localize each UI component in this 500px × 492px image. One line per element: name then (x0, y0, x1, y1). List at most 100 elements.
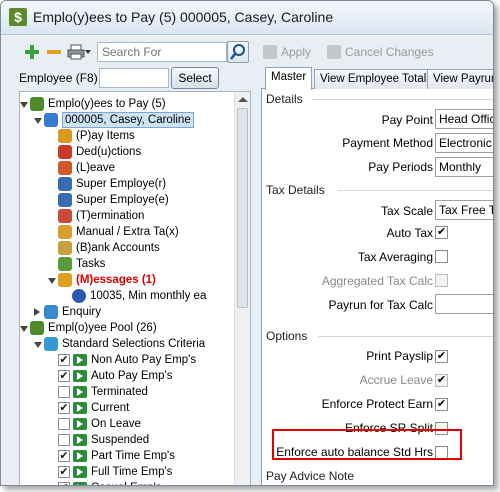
criteria-row[interactable]: Suspended (20, 432, 234, 448)
collapse-icon[interactable] (20, 102, 28, 108)
arrow-right-icon (73, 466, 87, 478)
collapse-icon[interactable] (34, 118, 42, 124)
criteria-row[interactable]: ✔ Auto Pay Emp's (20, 368, 234, 384)
print-icon[interactable] (67, 43, 85, 61)
tree-node[interactable]: Ded(u)ctions (20, 144, 234, 160)
criteria-checkbox[interactable] (58, 418, 70, 430)
accrue-leave-checkbox[interactable]: ✔ (435, 374, 448, 387)
search-button[interactable] (227, 41, 249, 63)
manual-tax-icon (58, 225, 72, 239)
tree-node-label: Super Employe(e) (76, 194, 169, 206)
tree-node[interactable]: (M)essages (1) (20, 272, 234, 288)
tree-node-label: Suspended (91, 434, 150, 446)
arrow-right-icon (73, 354, 87, 366)
auto-tax-checkbox[interactable]: ✔ (435, 226, 448, 239)
remove-icon[interactable] (45, 43, 63, 61)
arrow-right-icon (73, 370, 87, 382)
termination-icon (58, 209, 72, 223)
tree-node-label: Tasks (76, 258, 106, 270)
tab-view-payrun[interactable]: View Payrun (427, 69, 493, 89)
criteria-row[interactable]: ✔ Casual Emp's (20, 480, 234, 485)
super-employee-icon (58, 193, 72, 207)
tree-node[interactable]: 000005, Casey, Caroline (20, 112, 234, 128)
cancel-changes-button[interactable]: Cancel Changes (327, 42, 434, 62)
criteria-checkbox[interactable]: ✔ (58, 450, 70, 462)
tree-node-label: Enquiry (62, 306, 101, 318)
apply-button[interactable]: Apply (263, 42, 311, 62)
pay-advice-section-title: Pay Advice Note (266, 469, 355, 483)
criteria-checkbox[interactable]: ✔ (58, 370, 70, 382)
tree-node[interactable]: (P)ay Items (20, 128, 234, 144)
tree-node[interactable]: Super Employe(e) (20, 192, 234, 208)
left-toolbar (9, 39, 249, 65)
criteria-row[interactable]: ✔ Full Time Emp's (20, 464, 234, 480)
criteria-row[interactable]: On Leave (20, 416, 234, 432)
tree-scrollbar[interactable] (234, 92, 250, 485)
tree-node-label: Current (91, 402, 130, 414)
tree-node[interactable]: Empl(o)yee Pool (26) (20, 320, 234, 336)
tree-node[interactable]: Tasks (20, 256, 234, 272)
tree-node[interactable]: 10035, Min monthly ea (20, 288, 234, 304)
tab-view-employee-totals[interactable]: View Employee Totals (314, 69, 439, 89)
pay-periods-label: Pay Periods (368, 160, 433, 174)
tree-node-label: (T)ermination (76, 210, 145, 222)
tree-node[interactable]: Manual / Extra Ta(x) (20, 224, 234, 240)
employee-field[interactable] (99, 68, 169, 88)
select-button[interactable]: Select (171, 67, 219, 89)
tax-divider (338, 190, 493, 191)
collapse-icon[interactable] (34, 342, 42, 348)
aggregated-tax-checkbox[interactable] (435, 274, 448, 287)
tab-bar: Master View Employee Totals View Payrun (261, 67, 493, 90)
scroll-thumb[interactable] (237, 108, 248, 308)
expand-icon[interactable] (34, 308, 40, 316)
criteria-row[interactable]: ✔ Current (20, 400, 234, 416)
criteria-row[interactable]: ✔ Part Time Emp's (20, 448, 234, 464)
tree-node-label: (L)eave (76, 162, 115, 174)
print-dropdown-icon[interactable] (85, 50, 91, 54)
tree-node[interactable]: (T)ermination (20, 208, 234, 224)
auto-tax-label: Auto Tax (386, 226, 433, 240)
pay-point-field[interactable]: Head Office (435, 109, 493, 129)
add-icon[interactable] (23, 43, 41, 61)
collapse-icon[interactable] (48, 278, 56, 284)
tree-node[interactable]: Super Employe(r) (20, 176, 234, 192)
pay-periods-field[interactable]: Monthly (435, 157, 493, 177)
info-icon (72, 289, 86, 303)
arrow-right-icon (73, 482, 87, 485)
left-pane: Employee (F8) Select Emplo(y)ees to Pay … (9, 35, 251, 485)
search-input[interactable] (97, 42, 227, 62)
tree-node-label: Ded(u)ctions (76, 146, 142, 158)
scroll-up-icon[interactable] (238, 97, 248, 102)
criteria-row[interactable]: Terminated (20, 384, 234, 400)
tree-node-label: On Leave (91, 418, 141, 430)
enforce-protect-earn-label: Enforce Protect Earn (321, 397, 433, 411)
globe-icon (44, 337, 58, 351)
payrun-for-tax-field[interactable] (435, 294, 493, 314)
criteria-checkbox[interactable]: ✔ (58, 354, 70, 366)
tax-averaging-label: Tax Averaging (357, 250, 433, 264)
criteria-checkbox[interactable]: ✔ (58, 402, 70, 414)
arrow-right-icon (73, 450, 87, 462)
tax-averaging-checkbox[interactable] (435, 250, 448, 263)
hand-icon (58, 273, 72, 287)
print-payslip-checkbox[interactable]: ✔ (435, 350, 448, 363)
tree-node[interactable]: Standard Selections Criteria (20, 336, 234, 352)
criteria-checkbox[interactable] (58, 434, 70, 446)
tree-node[interactable]: (B)ank Accounts (20, 240, 234, 256)
tree-node[interactable]: Enquiry (20, 304, 234, 320)
criteria-checkbox[interactable]: ✔ (58, 466, 70, 478)
tree-node-label: Casual Emp's (91, 480, 162, 485)
tree-node[interactable]: (L)eave (20, 160, 234, 176)
tab-master[interactable]: Master (265, 67, 313, 90)
payment-method-field[interactable]: Electronic B (435, 133, 493, 153)
tree-node-label: 000005, Casey, Caroline (62, 112, 194, 128)
collapse-icon[interactable] (20, 326, 28, 332)
tree-node[interactable]: Emplo(y)ees to Pay (5) (20, 96, 234, 112)
criteria-row[interactable]: ✔ Non Auto Pay Emp's (20, 352, 234, 368)
criteria-checkbox[interactable] (58, 386, 70, 398)
enforce-protect-earn-checkbox[interactable]: ✔ (435, 398, 448, 411)
main-window: $ Emplo(y)ees to Pay (5) 000005, Casey, … (0, 0, 494, 486)
tax-scale-field[interactable]: Tax Free Th (435, 200, 493, 220)
criteria-checkbox[interactable]: ✔ (58, 482, 70, 485)
employee-label: Employee (F8) (19, 71, 98, 85)
